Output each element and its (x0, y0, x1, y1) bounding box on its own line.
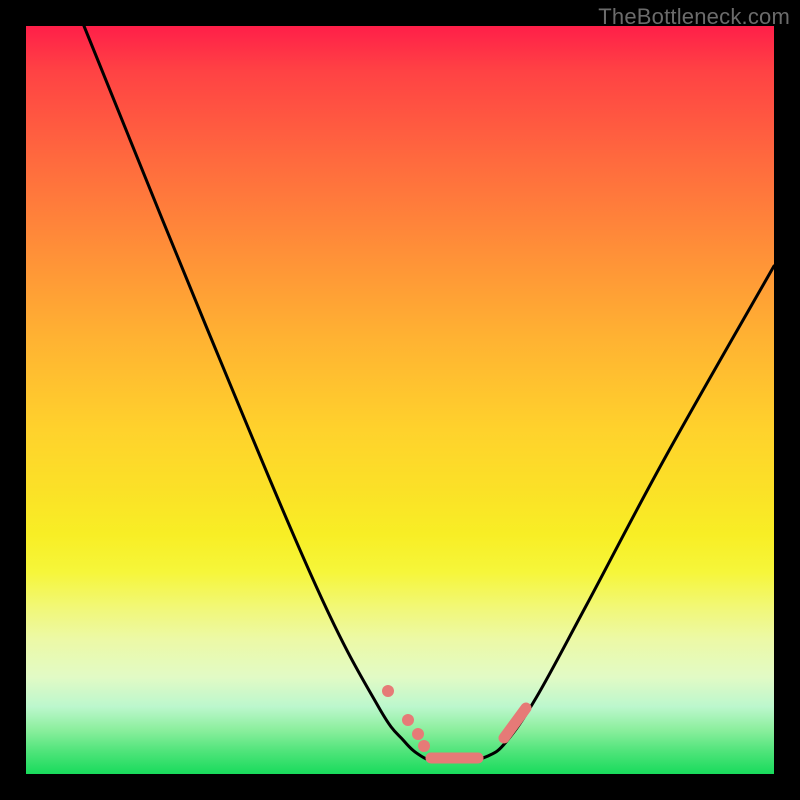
marker-dot (402, 714, 414, 726)
marker-rising-segment (504, 708, 526, 738)
marker-dot (382, 685, 394, 697)
bottleneck-curve (84, 26, 774, 762)
watermark-text: TheBottleneck.com (598, 4, 790, 30)
curve-markers (382, 685, 526, 758)
bottleneck-curve-svg (26, 26, 774, 774)
marker-dot (412, 728, 424, 740)
marker-dot (418, 740, 430, 752)
chart-plot-area (26, 26, 774, 774)
